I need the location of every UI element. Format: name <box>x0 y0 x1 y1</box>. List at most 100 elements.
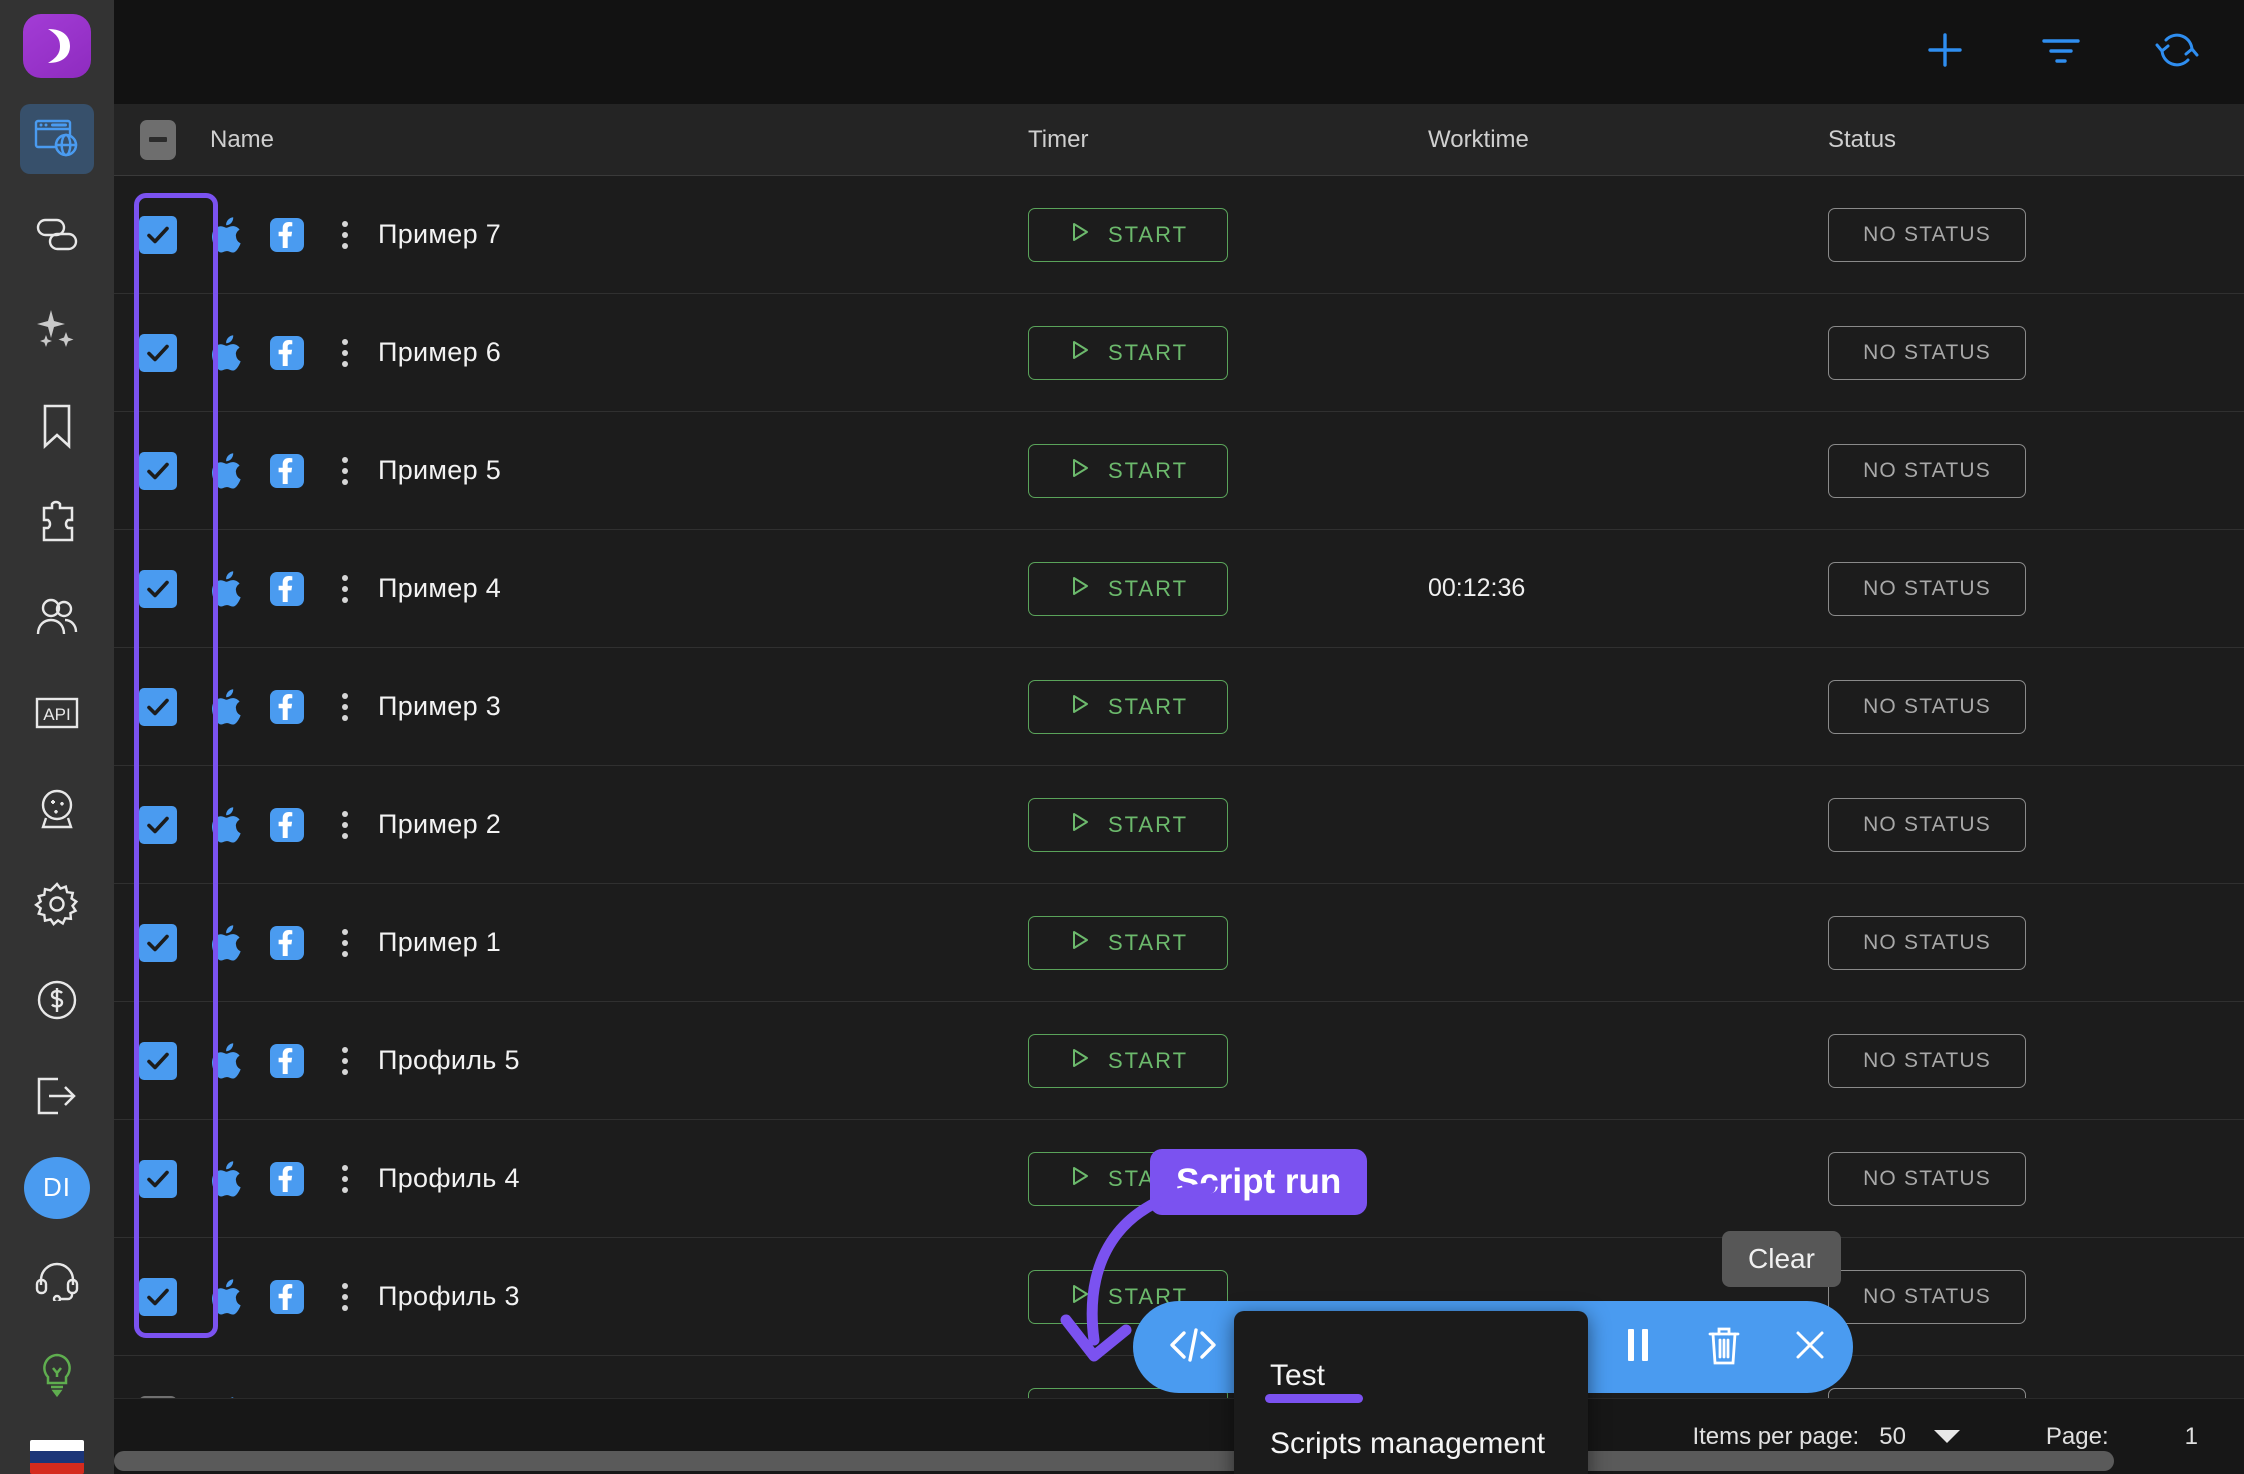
row-menu-button[interactable] <box>330 456 360 485</box>
status-badge[interactable]: NO STATUS <box>1828 915 2026 970</box>
dollar-circle-icon <box>35 978 79 1022</box>
start-button[interactable]: START <box>1028 561 1228 616</box>
table-row[interactable]: Пример 2 START NO STATUS <box>114 766 2244 884</box>
language-flag-ru[interactable] <box>30 1440 84 1474</box>
items-per-page-value[interactable]: 50 <box>1879 1423 1906 1451</box>
row-menu-button[interactable] <box>330 1282 360 1311</box>
table-row[interactable]: Пример 4 START 00:12:36 NO STATUS <box>114 530 2244 648</box>
start-button[interactable]: START <box>1028 443 1228 498</box>
api-icon: API <box>34 696 80 730</box>
checkbox-icon <box>139 333 177 372</box>
row-checkbox[interactable] <box>114 569 202 608</box>
sidebar-item-bookmarks[interactable] <box>20 391 94 461</box>
profile-name: Профиль 5 <box>378 1045 520 1075</box>
row-menu-button[interactable] <box>330 574 360 603</box>
status-badge[interactable]: NO STATUS <box>1828 561 2026 616</box>
sidebar-item-team[interactable] <box>20 582 94 652</box>
row-checkbox[interactable] <box>114 1277 202 1316</box>
apple-icon <box>210 1277 244 1317</box>
start-button[interactable]: START <box>1028 679 1228 734</box>
dropdown-item-test[interactable]: Test <box>1234 1347 1588 1415</box>
table-row[interactable]: Профиль 5 START NO STATUS <box>114 1002 2244 1120</box>
table-row[interactable]: Пример 3 START NO STATUS <box>114 648 2244 766</box>
row-menu-button[interactable] <box>330 810 360 839</box>
status-badge[interactable]: NO STATUS <box>1828 1269 2026 1324</box>
delete-button[interactable] <box>1681 1323 1767 1372</box>
indeterminate-checkbox-icon <box>140 119 176 160</box>
row-checkbox[interactable] <box>114 333 202 372</box>
row-checkbox[interactable] <box>114 1041 202 1080</box>
dropdown-item-scripts-management[interactable]: Scripts management <box>1234 1415 1588 1474</box>
column-header-status[interactable]: Status <box>1828 126 2244 154</box>
status-badge[interactable]: NO STATUS <box>1828 443 2026 498</box>
refresh-button[interactable] <box>2154 29 2200 75</box>
row-checkbox[interactable] <box>114 451 202 490</box>
row-checkbox[interactable] <box>114 1159 202 1198</box>
pause-button[interactable] <box>1595 1324 1681 1371</box>
row-menu-button[interactable] <box>330 338 360 367</box>
row-menu-button[interactable] <box>330 220 360 249</box>
start-button[interactable]: START <box>1028 325 1228 380</box>
row-menu-button[interactable] <box>330 928 360 957</box>
column-header-worktime[interactable]: Worktime <box>1428 126 1828 154</box>
sidebar-item-tips[interactable] <box>20 1340 94 1410</box>
column-header-name[interactable]: Name <box>202 126 1028 154</box>
table-row[interactable]: Пример 5 START NO STATUS <box>114 412 2244 530</box>
close-button[interactable] <box>1767 1326 1853 1369</box>
scrollbar-thumb[interactable] <box>114 1451 2114 1471</box>
table-header: Name Timer Worktime Status <box>114 104 2244 176</box>
checkbox-icon <box>139 923 177 962</box>
checkbox-icon <box>139 805 177 844</box>
status-badge[interactable]: NO STATUS <box>1828 325 2026 380</box>
row-menu-button[interactable] <box>330 692 360 721</box>
row-menu-button[interactable] <box>330 1164 360 1193</box>
sidebar-item-cleanup[interactable] <box>20 295 94 365</box>
profile-name: Пример 6 <box>378 337 502 367</box>
sidebar-item-billing[interactable] <box>20 965 94 1035</box>
top-toolbar <box>114 0 2244 104</box>
chevron-down-icon[interactable] <box>1933 1430 1960 1443</box>
row-menu-button[interactable] <box>330 1046 360 1075</box>
sidebar-item-support[interactable] <box>20 1245 94 1315</box>
row-checkbox[interactable] <box>114 923 202 962</box>
status-badge[interactable]: NO STATUS <box>1828 1387 2026 1398</box>
table-row[interactable]: Пример 1 START NO STATUS <box>114 884 2244 1002</box>
row-checkbox[interactable] <box>114 805 202 844</box>
profile-name: Профиль 3 <box>378 1281 520 1311</box>
select-all-checkbox[interactable] <box>114 119 202 160</box>
row-checkbox[interactable] <box>114 1395 202 1398</box>
start-button[interactable]: START <box>1028 207 1228 262</box>
start-button[interactable]: START <box>1028 1033 1228 1088</box>
sidebar-item-automation[interactable] <box>20 774 94 844</box>
page-value[interactable]: 1 <box>2185 1423 2198 1451</box>
start-label: START <box>1107 457 1189 483</box>
facebook-icon <box>270 335 304 370</box>
sidebar-item-api[interactable]: API <box>20 678 94 748</box>
app-logo[interactable] <box>23 14 91 79</box>
sidebar-item-proxies[interactable] <box>20 200 94 270</box>
sidebar-item-browser-profiles[interactable] <box>20 104 94 174</box>
profile-name: Пример 7 <box>378 219 502 249</box>
add-profile-button[interactable] <box>1922 29 1968 75</box>
status-badge[interactable]: NO STATUS <box>1828 207 2026 262</box>
table-row[interactable]: Пример 6 START NO STATUS <box>114 294 2244 412</box>
row-checkbox[interactable] <box>114 215 202 254</box>
status-badge[interactable]: NO STATUS <box>1828 1033 2026 1088</box>
facebook-icon <box>270 1161 304 1196</box>
column-header-timer[interactable]: Timer <box>1028 126 1428 154</box>
sidebar-item-settings[interactable] <box>20 870 94 940</box>
sidebar-item-logout[interactable] <box>20 1061 94 1131</box>
status-badge[interactable]: NO STATUS <box>1828 679 2026 734</box>
sidebar-item-extensions[interactable] <box>20 487 94 557</box>
status-badge[interactable]: NO STATUS <box>1828 1151 2026 1206</box>
checkbox-icon <box>139 451 177 490</box>
filter-button[interactable] <box>2038 29 2084 75</box>
table-row[interactable]: Пример 7 START NO STATUS <box>114 176 2244 294</box>
row-checkbox[interactable] <box>114 687 202 726</box>
start-button[interactable]: START <box>1028 797 1228 852</box>
code-brackets-icon <box>1166 1323 1220 1372</box>
avatar[interactable]: DI <box>24 1156 90 1219</box>
status-badge[interactable]: NO STATUS <box>1828 797 2026 852</box>
start-button[interactable]: START <box>1028 915 1228 970</box>
horizontal-scrollbar[interactable] <box>114 1448 2244 1474</box>
